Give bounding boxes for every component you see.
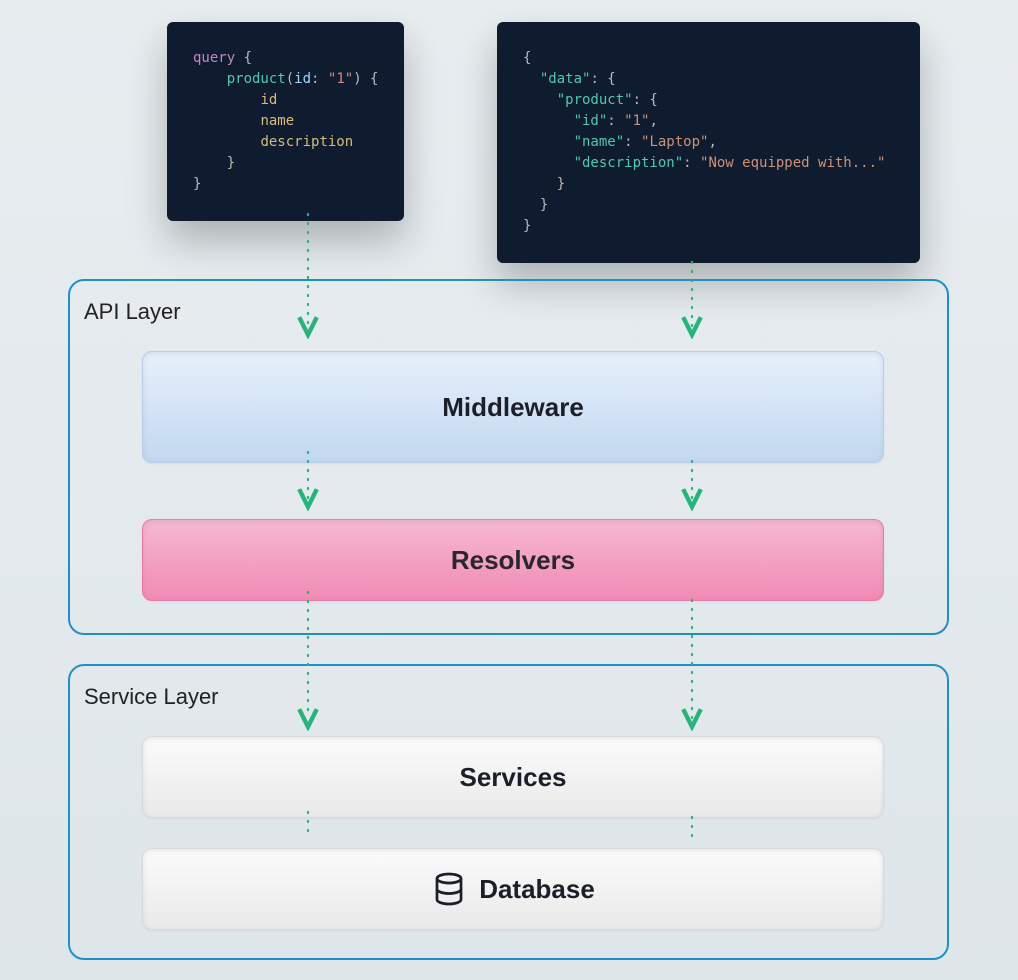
- api-layer-box: API Layer Middleware Resolvers: [68, 279, 949, 635]
- resolvers-bar: Resolvers: [142, 519, 884, 601]
- resolvers-label: Resolvers: [451, 545, 575, 576]
- middleware-bar: Middleware: [142, 351, 884, 463]
- query-code-content: query { product(id: "1") { id name descr…: [193, 48, 378, 195]
- services-label: Services: [460, 762, 567, 793]
- service-layer-box: Service Layer Services Database: [68, 664, 949, 960]
- database-bar: Database: [142, 848, 884, 930]
- response-code-content: { "data": { "product": { "id": "1", "nam…: [523, 48, 894, 237]
- middleware-label: Middleware: [442, 392, 584, 423]
- services-bar: Services: [142, 736, 884, 818]
- database-icon: [431, 871, 467, 907]
- response-code-box: { "data": { "product": { "id": "1", "nam…: [497, 22, 920, 263]
- query-code-box: query { product(id: "1") { id name descr…: [167, 22, 404, 221]
- api-layer-title: API Layer: [84, 299, 913, 325]
- database-label: Database: [479, 874, 595, 905]
- service-layer-title: Service Layer: [84, 684, 913, 710]
